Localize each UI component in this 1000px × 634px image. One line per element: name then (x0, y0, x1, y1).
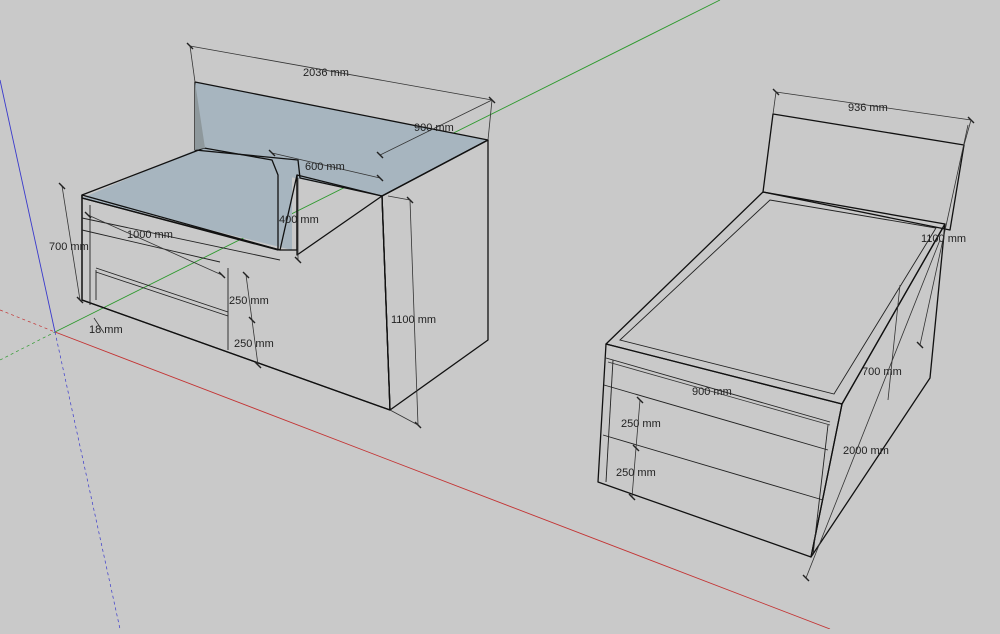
dim-panel-thickness: 18 mm (89, 324, 123, 336)
dim-drawer-2: 250 mm (234, 338, 274, 350)
dim-length: 2000 mm (843, 445, 889, 457)
dim-overall-length: 2036 mm (303, 67, 349, 79)
dim-drawer-1: 250 mm (621, 418, 661, 430)
dim-overall-height: 1100 mm (391, 314, 436, 326)
dim-cutout-width: 600 mm (305, 161, 345, 173)
sketchup-viewport[interactable]: 2036 mm 900 mm 600 mm 400 mm 700 mm 1000… (0, 0, 1000, 630)
dim-height: 700 mm (49, 241, 89, 253)
dim-headboard: 1100 mm (921, 233, 966, 245)
dim-cutout-height: 400 mm (279, 214, 319, 226)
dim-depth: 900 mm (414, 122, 454, 134)
dim-drawer-2: 250 mm (616, 467, 656, 479)
dim-drawer-1: 250 mm (229, 295, 269, 307)
dim-width: 936 mm (848, 102, 888, 114)
dim-drawer-length: 1000 mm (127, 229, 173, 241)
background (0, 0, 1000, 629)
model-canvas: 2036 mm 900 mm 600 mm 400 mm 700 mm 1000… (0, 0, 1000, 630)
dim-front-width: 900 mm (692, 386, 732, 398)
dim-side-height: 700 mm (862, 366, 902, 378)
